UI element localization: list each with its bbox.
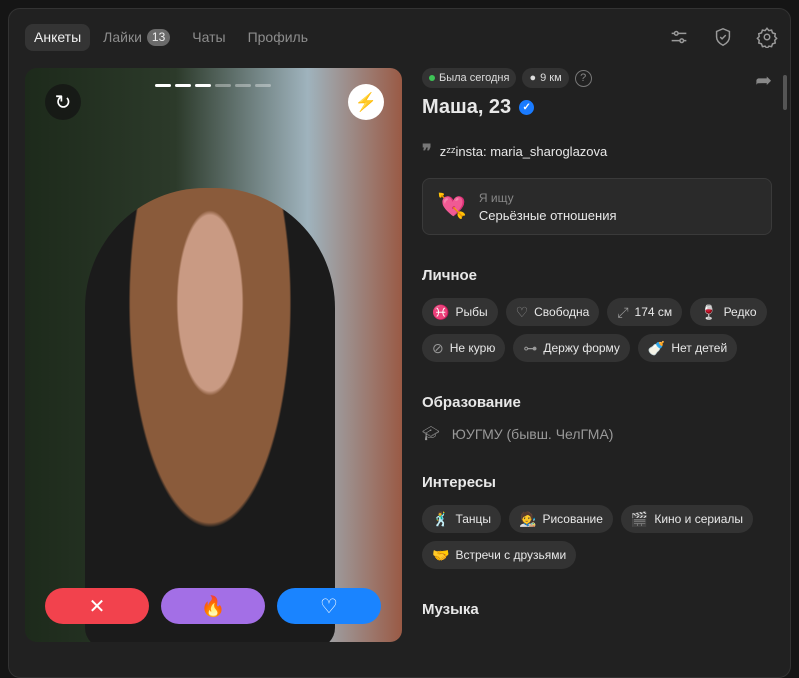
undo-icon: ↻ (54, 91, 72, 114)
photo-subject (85, 188, 335, 642)
tab-chats[interactable]: Чаты (183, 24, 234, 51)
main-panel: Анкеты Лайки 13 Чаты Профиль ↻ ⚡ ✕ 🔥 ♡ Бы… (8, 8, 791, 678)
heart-arrow-icon: 💘 (437, 193, 467, 220)
bio-text: zᶻᶻinsta: maria_sharoglazova (439, 144, 608, 159)
tab-label: Анкеты (34, 29, 82, 45)
online-status-badge: Была сегодня (422, 68, 517, 88)
tag-label: Нет детей (671, 341, 728, 355)
close-icon: ✕ (88, 595, 106, 618)
personal-tag: 🍼 Нет детей (637, 334, 738, 362)
tag-icon: 🍷 (700, 303, 718, 320)
tab-likes[interactable]: Лайки 13 (94, 24, 179, 51)
shield-check-icon[interactable] (712, 26, 734, 48)
heart-icon: ♡ (320, 595, 338, 618)
interest-tag: 🕺 Танцы (422, 505, 502, 533)
tag-icon: 🕺 (432, 510, 450, 527)
education-heading: Образование (422, 394, 521, 411)
like-button[interactable]: ♡ (277, 588, 381, 624)
tag-icon: 🤝 (432, 546, 450, 563)
photo-indicator[interactable] (255, 84, 271, 87)
looking-for-label: Я ищу (478, 190, 514, 205)
tag-label: Рисование (542, 512, 603, 526)
personal-tag: ♓ Рыбы (422, 298, 498, 326)
tag-label: 174 см (634, 305, 673, 319)
tab-label: Чаты (192, 29, 226, 45)
tag-label: Свободна (534, 305, 590, 319)
tag-label: Кино и сериалы (654, 512, 744, 526)
undo-button[interactable]: ↻ (45, 84, 81, 120)
looking-for-card: 💘 Я ищу Серьёзные отношения (422, 178, 772, 235)
tag-icon: ♡ (515, 303, 529, 320)
interest-tag: 🎬 Кино и сериалы (620, 505, 754, 533)
personal-heading: Личное (422, 267, 478, 284)
boost-button[interactable]: ⚡ (348, 84, 384, 120)
verified-icon: ✓ (519, 100, 535, 115)
profile-photo[interactable]: ↻ ⚡ ✕ 🔥 ♡ (25, 68, 402, 642)
graduation-cap-icon: 🎓︎ (422, 425, 440, 441)
personal-tag: ♡ Свободна (505, 298, 600, 326)
music-heading: Музыка (422, 601, 479, 618)
personal-tags: ♓ Рыбы ♡ Свободна ⤢ 174 см 🍷 Редко ⊘ Не курю ⊶ Держ… (422, 298, 772, 362)
distance-badge: ● 9 км (522, 68, 569, 88)
personal-tag: 🍷 Редко (690, 298, 767, 326)
tag-label: Держу форму (543, 341, 620, 355)
profile-details: Была сегодня ● 9 км ? ➦ Маша, 23 ✓ ❞ zᶻᶻins… (422, 68, 772, 632)
share-icon[interactable]: ➦ (755, 68, 772, 93)
tag-icon: ♓ (432, 303, 450, 320)
likes-count-badge: 13 (146, 29, 171, 46)
tag-icon: 🎬 (630, 510, 649, 527)
tab-profile[interactable]: Профиль (239, 24, 317, 51)
tag-label: Рыбы (455, 305, 488, 319)
tag-icon: 🍼 (647, 339, 666, 356)
interest-tags: 🕺 Танцы 🧑‍🎨 Рисование 🎬 Кино и сериалы 🤝 Встреч… (422, 505, 772, 569)
photo-indicator[interactable] (215, 84, 231, 87)
dislike-button[interactable]: ✕ (45, 588, 149, 624)
location-pin-icon: ● (529, 72, 537, 84)
quote-icon: ❞ (422, 141, 432, 161)
education-value: ЮУГМУ (бывш. ЧелГМА) (451, 425, 614, 442)
photo-pager (155, 84, 271, 87)
filters-icon[interactable] (668, 26, 690, 48)
personal-tag: ⊶ Держу форму (513, 334, 630, 362)
tab-label: Лайки (103, 29, 142, 45)
photo-indicator[interactable] (235, 84, 251, 87)
tag-label: Встречи с друзьями (455, 548, 567, 562)
toolbar (668, 26, 778, 48)
personal-tag: ⤢ 174 см (607, 298, 683, 326)
profile-name: Маша, 23 (422, 96, 512, 118)
tab-label: Профиль (247, 29, 308, 45)
tag-icon: ⤢ (617, 303, 629, 320)
help-icon[interactable]: ? (574, 69, 592, 87)
tag-label: Не курю (449, 341, 496, 355)
fire-icon: 🔥 (200, 595, 226, 618)
online-dot-icon (429, 75, 435, 81)
superlike-button[interactable]: 🔥 (161, 588, 265, 624)
interest-tag: 🤝 Встречи с друзьями (422, 541, 577, 569)
tag-icon: ⊘ (432, 339, 444, 356)
tag-label: Редко (723, 305, 757, 319)
scrollbar[interactable] (783, 75, 787, 110)
distance-text: 9 км (540, 72, 562, 84)
photo-indicator[interactable] (175, 84, 191, 87)
interests-heading: Интересы (422, 474, 496, 491)
photo-indicator[interactable] (195, 84, 211, 87)
interest-tag: 🧑‍🎨 Рисование (509, 505, 613, 533)
status-text: Была сегодня (439, 72, 510, 84)
tag-icon: ⊶ (523, 339, 538, 356)
photo-indicator[interactable] (155, 84, 171, 87)
tabs: Анкеты Лайки 13 Чаты Профиль (25, 24, 317, 51)
personal-tag: ⊘ Не курю (422, 334, 506, 362)
lightning-icon: ⚡ (354, 91, 378, 112)
tab-profiles[interactable]: Анкеты (25, 24, 91, 51)
tag-label: Танцы (455, 512, 492, 526)
gear-icon[interactable] (756, 26, 778, 48)
tag-icon: 🧑‍🎨 (519, 510, 537, 527)
swipe-actions: ✕ 🔥 ♡ (45, 588, 381, 624)
looking-for-value: Серьёзные отношения (478, 207, 617, 223)
